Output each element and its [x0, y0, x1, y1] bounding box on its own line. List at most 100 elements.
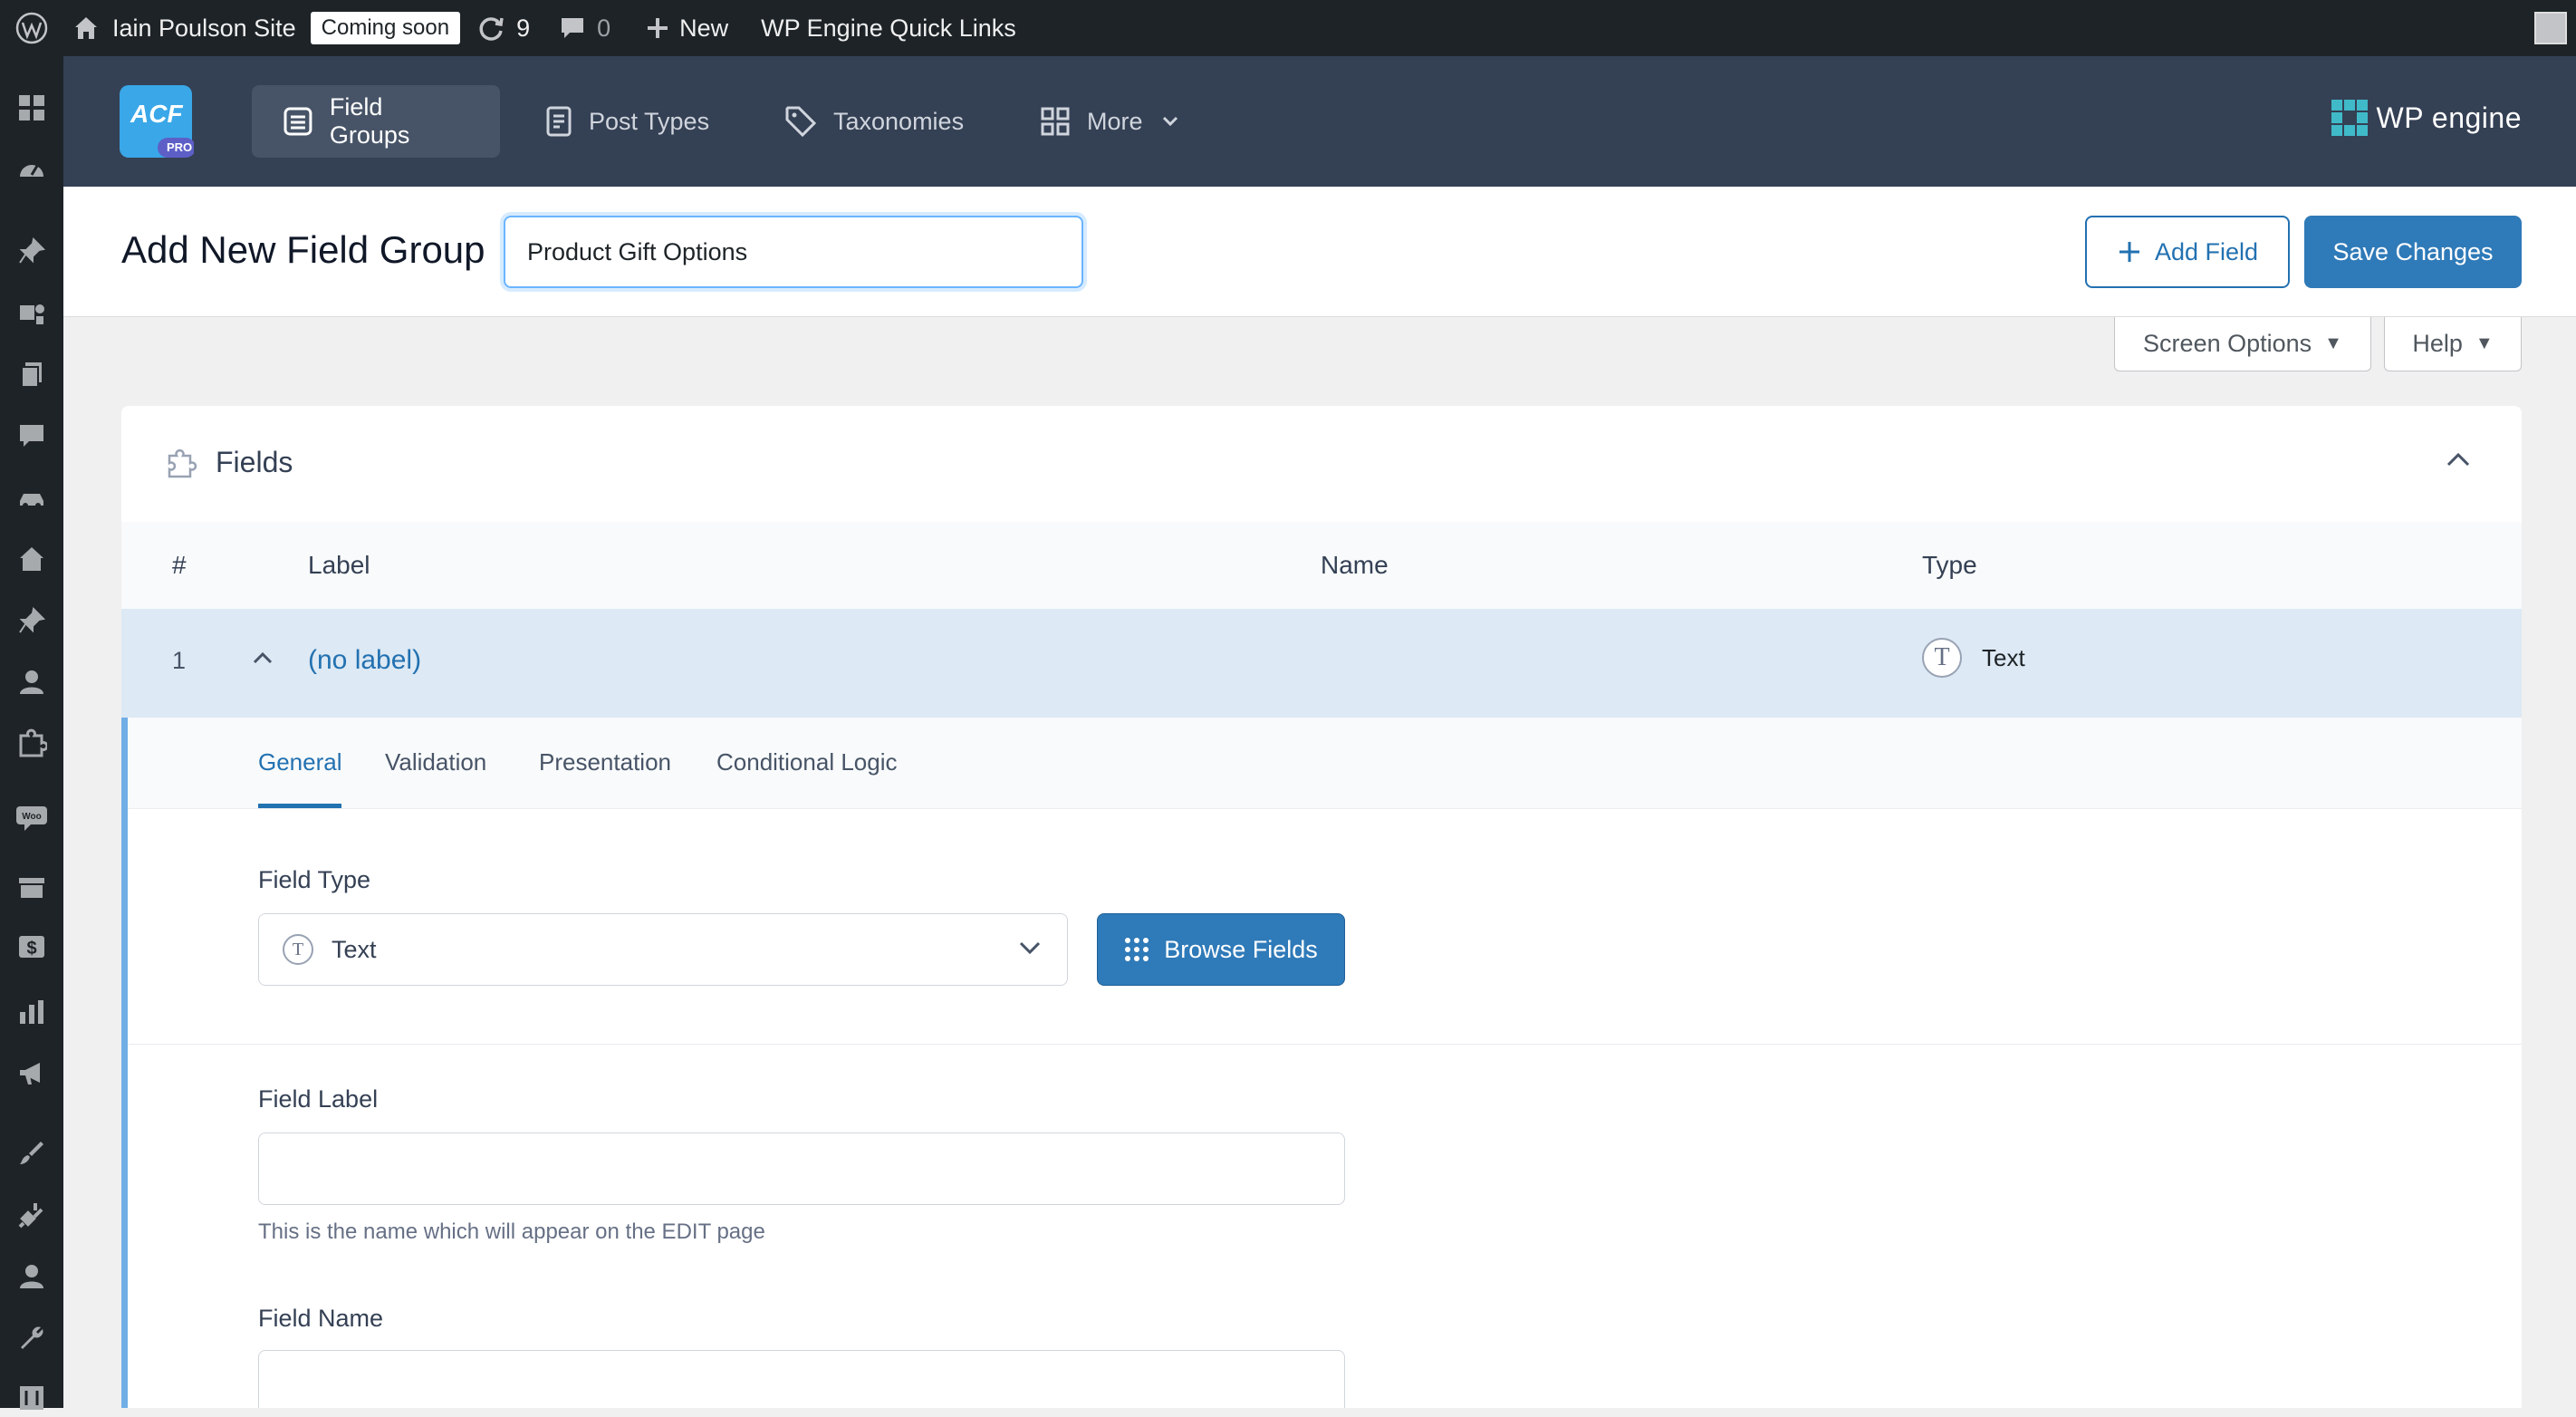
field-type-value: Text — [332, 935, 377, 963]
appearance-brush-icon[interactable] — [13, 1134, 51, 1172]
tools-wrench-icon[interactable] — [13, 1319, 51, 1357]
column-label: Label — [308, 551, 370, 579]
nav-field-groups[interactable]: Field Groups — [252, 85, 500, 158]
site-name: Iain Poulson Site — [112, 14, 296, 42]
tab-conditional-logic[interactable]: Conditional Logic — [716, 748, 897, 808]
chevron-up-icon[interactable] — [252, 651, 274, 665]
fields-panel-header[interactable]: Fields — [121, 406, 2522, 523]
field-row-type: T Text — [1922, 638, 2025, 678]
dashboard-icon[interactable] — [13, 89, 51, 127]
wp-engine-grid-icon — [2331, 100, 2368, 136]
field-settings: General Validation Presentation Conditio… — [121, 718, 2522, 1408]
user-avatar[interactable] — [2534, 12, 2567, 44]
products-archive-icon[interactable] — [13, 868, 51, 906]
woocommerce-icon[interactable]: Woo — [13, 799, 51, 837]
wordpress-logo-icon[interactable] — [0, 0, 63, 56]
tab-validation[interactable]: Validation — [385, 748, 486, 808]
nav-post-types-label: Post Types — [589, 107, 710, 135]
nav-post-types[interactable]: Post Types — [514, 85, 743, 158]
admin-bar-updates[interactable]: 9 — [476, 0, 530, 56]
field-label-help: This is the name which will appear on th… — [258, 1219, 765, 1244]
car-icon[interactable] — [13, 478, 51, 516]
screen-options-toggle[interactable]: Screen Options ▼ — [2114, 317, 2371, 371]
marketing-megaphone-icon[interactable] — [13, 1055, 51, 1093]
caret-down-icon: ▼ — [2324, 333, 2342, 353]
field-type-select[interactable]: T Text — [258, 913, 1068, 986]
acf-puzzle-icon[interactable] — [13, 725, 51, 763]
svg-text:Woo: Woo — [22, 812, 41, 822]
gauge-icon[interactable] — [13, 150, 51, 188]
admin-sidebar: Woo $ — [0, 56, 63, 1410]
admin-bar-site[interactable]: Iain Poulson Site Coming soon — [72, 0, 461, 56]
post-types-icon — [546, 106, 572, 137]
plus-icon — [2119, 242, 2139, 262]
field-row-number: 1 — [172, 647, 187, 674]
settings-icon[interactable] — [13, 1379, 51, 1417]
field-name-input[interactable] — [258, 1350, 1345, 1408]
tag-icon — [785, 106, 817, 138]
field-group-title-input[interactable] — [504, 216, 1083, 288]
home-icon — [75, 17, 97, 39]
help-label: Help — [2412, 330, 2463, 357]
acf-pro-badge: PRO — [167, 140, 193, 154]
users-icon[interactable] — [13, 663, 51, 701]
browse-fields-button[interactable]: Browse Fields — [1097, 913, 1345, 986]
user-icon[interactable] — [13, 1258, 51, 1296]
text-type-icon: T — [283, 934, 313, 965]
pages-icon[interactable] — [13, 355, 51, 393]
quick-links-label: WP Engine Quick Links — [761, 14, 1016, 42]
svg-text:$: $ — [26, 939, 36, 959]
add-field-button[interactable]: Add Field — [2085, 216, 2290, 288]
chevron-down-icon — [1019, 941, 1041, 955]
wp-engine-logo[interactable]: WP engine — [2331, 100, 2522, 136]
grid-icon — [1041, 107, 1070, 136]
admin-bar-comments[interactable]: 0 — [559, 0, 610, 56]
admin-bar-new[interactable]: New — [645, 0, 728, 56]
admin-bar: Iain Poulson Site Coming soon 9 0 New WP… — [0, 0, 2576, 56]
field-label-input[interactable] — [258, 1133, 1345, 1205]
payments-icon[interactable]: $ — [13, 928, 51, 966]
plugins-icon[interactable] — [13, 1196, 51, 1234]
help-toggle[interactable]: Help ▼ — [2384, 317, 2522, 371]
fields-table-header: # Label Name Type — [121, 522, 2522, 610]
wp-engine-brand: WP engine — [2376, 101, 2522, 134]
coming-soon-badge[interactable]: Coming soon — [310, 12, 461, 44]
fields-panel: Fields # Label Name Type 1 (no label) T … — [121, 406, 2522, 1408]
wp-engine-quick-links[interactable]: WP Engine Quick Links — [761, 0, 1016, 56]
comments-icon[interactable] — [13, 417, 51, 455]
field-row[interactable]: 1 (no label) T Text — [121, 609, 2522, 718]
analytics-icon[interactable] — [13, 993, 51, 1031]
posts-pin-icon[interactable] — [13, 232, 51, 270]
tab-general[interactable]: General — [258, 748, 342, 808]
nav-field-groups-label: Field Groups — [329, 93, 410, 149]
acf-header: ACF PRO Field Groups Post Types Taxonomi… — [63, 56, 2576, 187]
house-icon[interactable] — [13, 540, 51, 578]
settings-divider — [128, 1044, 2522, 1045]
media-icon[interactable] — [13, 294, 51, 332]
comment-icon — [562, 18, 584, 38]
field-label-label: Field Label — [258, 1085, 379, 1113]
column-name: Name — [1321, 551, 1389, 579]
field-row-type-label: Text — [1982, 643, 2025, 671]
field-row-label[interactable]: (no label) — [308, 645, 421, 676]
column-number: # — [172, 551, 187, 579]
fields-panel-title: Fields — [216, 446, 293, 478]
acf-logo-text: ACF — [130, 100, 183, 128]
save-changes-button[interactable]: Save Changes — [2304, 216, 2522, 288]
field-settings-tabs: General Validation Presentation Conditio… — [128, 718, 2522, 809]
caret-down-icon: ▼ — [2475, 333, 2494, 353]
screen-options-label: Screen Options — [2143, 330, 2312, 357]
nav-more[interactable]: More — [1009, 85, 1228, 158]
comments-count: 0 — [597, 14, 611, 42]
chevron-down-icon — [1162, 116, 1177, 127]
puzzle-icon — [168, 448, 197, 478]
acf-pro-logo[interactable]: ACF PRO — [120, 85, 196, 158]
nav-taxonomies[interactable]: Taxonomies — [754, 85, 1005, 158]
pin-icon[interactable] — [13, 602, 51, 640]
page-title: Add New Field Group — [121, 228, 485, 271]
new-label: New — [679, 14, 729, 42]
tab-presentation[interactable]: Presentation — [539, 748, 671, 808]
refresh-icon — [479, 17, 504, 41]
grid-dots-icon — [1125, 938, 1149, 961]
chevron-up-icon[interactable] — [2446, 451, 2471, 468]
